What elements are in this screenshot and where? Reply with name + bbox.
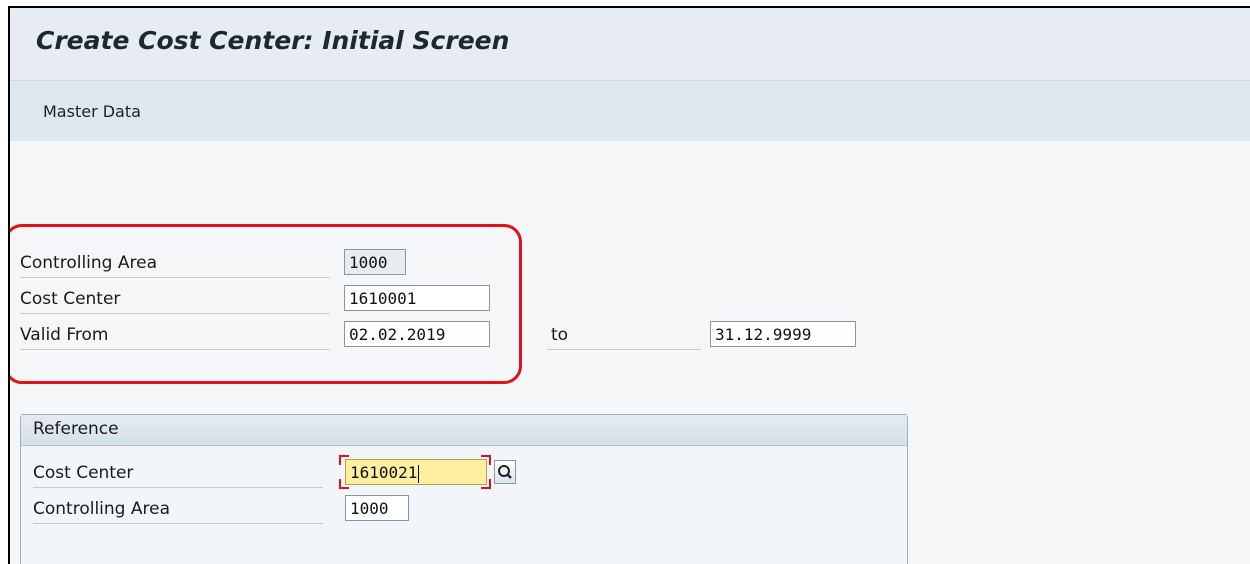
ref-controlling-area-label: Controlling Area: [33, 495, 323, 524]
page-title: Create Cost Center: Initial Screen: [36, 26, 510, 55]
ref-cost-center-value: 1610021: [350, 463, 418, 482]
highlight-annotation: [10, 224, 522, 384]
menu-bar: Master Data: [10, 80, 1250, 142]
reference-group-header: Reference: [21, 415, 907, 446]
reference-group-title: Reference: [33, 419, 119, 439]
to-label: to: [547, 321, 701, 350]
valid-to-field[interactable]: 31.12.9999: [710, 321, 856, 347]
text-cursor: [418, 464, 420, 483]
title-bar: Create Cost Center: Initial Screen: [10, 8, 1250, 80]
menu-item-master-data[interactable]: Master Data: [43, 102, 141, 121]
reference-group: Reference Cost Center 1610021 Controllin…: [20, 414, 908, 564]
ref-row-cost-center: Cost Center 1610021: [21, 455, 541, 489]
ref-cost-center-label: Cost Center: [33, 459, 323, 488]
magnifier-icon: [498, 465, 512, 479]
sap-window: Create Cost Center: Initial Screen Maste…: [8, 6, 1250, 564]
main-content: Controlling Area 1000 Cost Center 161000…: [10, 141, 1250, 564]
ref-controlling-area-field[interactable]: 1000: [345, 495, 409, 521]
ref-cost-center-field[interactable]: 1610021: [345, 459, 487, 485]
ref-row-controlling-area: Controlling Area 1000: [21, 495, 441, 524]
search-help-button[interactable]: [494, 460, 516, 484]
